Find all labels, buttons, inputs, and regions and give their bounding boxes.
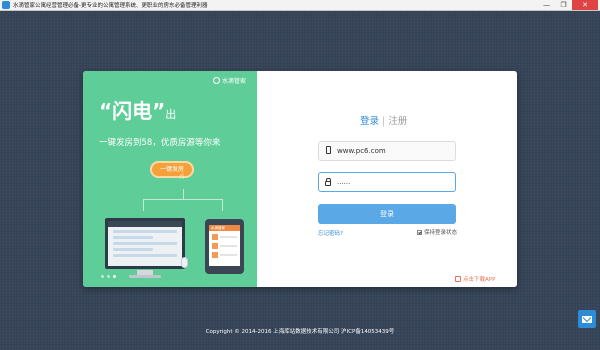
download-label: 点击下载APP [463, 277, 496, 283]
tablet-header: 水滴管家 [209, 225, 240, 231]
brand-logo: 水滴管家 [213, 76, 246, 85]
tab-login[interactable]: 登录 [360, 116, 379, 127]
carousel-dot-active[interactable] [113, 275, 116, 278]
window-title: 水滴管家公寓经营管理必备-更专业的公寓管理系统、更职业的房东必备管理利器 [13, 3, 208, 9]
app-icon [2, 1, 10, 9]
lock-icon [319, 177, 337, 187]
promo-tagline: 一键发房到58，优质房源等你来 [99, 138, 221, 148]
close-button[interactable]: ✕ [572, 0, 598, 10]
headline-suffix: 出 [165, 108, 177, 121]
checkbox-icon[interactable] [417, 229, 422, 235]
headline-text: “闪电” [99, 99, 166, 123]
brand-logo-icon [213, 77, 220, 84]
carousel-dot[interactable] [101, 275, 104, 278]
carousel-dot[interactable] [107, 275, 110, 278]
login-panel: 登录|注册 登录 忘记密码? 保持登录状态 点击下载APP [257, 71, 517, 287]
login-card: 水滴管家 “闪电”出 一键发房到58，优质房源等你来 一键发房 ☝ 水滴管家 登… [83, 71, 517, 287]
tab-register[interactable]: 注册 [388, 116, 407, 127]
password-input[interactable] [337, 178, 447, 186]
minimize-button[interactable]: — [538, 0, 555, 10]
phone-field[interactable] [318, 141, 456, 161]
mail-icon [582, 315, 592, 323]
carousel-dots [101, 275, 119, 278]
phone-input[interactable] [337, 147, 447, 155]
login-button[interactable]: 登录 [318, 204, 456, 224]
tab-separator: | [382, 116, 386, 127]
feedback-mail-button[interactable] [578, 310, 596, 328]
connector-line [183, 189, 184, 199]
password-field[interactable] [318, 172, 456, 192]
download-app-link[interactable]: 点击下载APP [455, 275, 495, 283]
remember-me[interactable]: 保持登录状态 [417, 228, 457, 236]
desktop-monitor-illustration [105, 218, 185, 269]
promo-panel: 水滴管家 “闪电”出 一键发房到58，优质房源等你来 一键发房 ☝ 水滴管家 [83, 71, 257, 287]
restore-button[interactable]: ❐ [555, 0, 572, 10]
pointer-hand-icon: ☝ [179, 172, 185, 182]
footer-copyright: Copyright © 2014-2016 上海库站数据技术有限公司 沪ICP备… [205, 329, 395, 335]
monitor-base [129, 275, 161, 278]
mouse-illustration [181, 257, 188, 268]
forgot-password-link[interactable]: 忘记密码? [318, 229, 343, 237]
brand-name: 水滴管家 [222, 78, 247, 85]
connector-line [143, 199, 223, 211]
auth-tabs: 登录 | 注册 [360, 113, 407, 127]
remember-label: 保持登录状态 [424, 230, 458, 236]
window-controls: — ❐ ✕ [538, 0, 598, 10]
phone-icon [319, 146, 337, 156]
tablet-illustration: 水滴管家 [205, 219, 244, 274]
promo-headline: “闪电”出 [99, 95, 176, 124]
window-titlebar: 水滴管家公寓经营管理必备-更专业的公寓管理系统、更职业的房东必备管理利器 — ❐… [0, 0, 600, 11]
download-icon [455, 276, 461, 282]
